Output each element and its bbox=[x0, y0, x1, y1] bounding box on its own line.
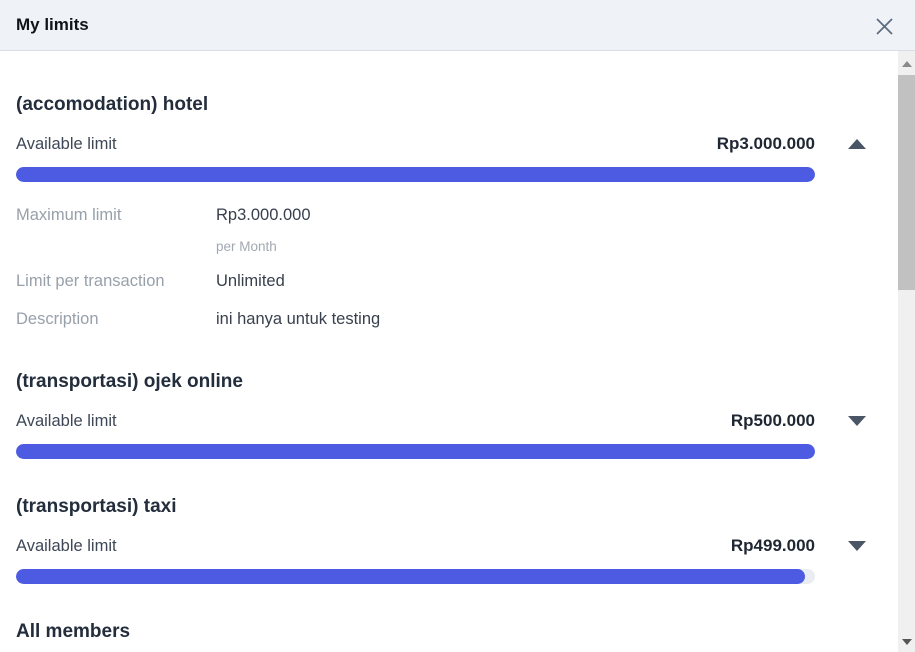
expand-section-button[interactable] bbox=[844, 412, 870, 430]
detail-label: Limit per transaction bbox=[16, 270, 216, 292]
available-limit-label: Available limit bbox=[16, 535, 117, 557]
modal-title: My limits bbox=[16, 15, 89, 35]
detail-row-description: Description ini hanya untuk testing bbox=[16, 308, 815, 330]
chevron-down-icon bbox=[848, 541, 866, 551]
section-title: (transportasi) ojek online bbox=[16, 370, 815, 394]
available-limit-row: Available limit Rp499.000 bbox=[16, 535, 815, 557]
available-limit-progress-track bbox=[16, 167, 815, 182]
available-limit-progress-track bbox=[16, 569, 815, 584]
scrollbar-thumb[interactable] bbox=[898, 75, 915, 290]
detail-value: Unlimited bbox=[216, 270, 285, 292]
chevron-down-icon bbox=[848, 416, 866, 426]
available-limit-label: Available limit bbox=[16, 133, 117, 155]
limit-section-taxi: (transportasi) taxi Available limit Rp49… bbox=[16, 495, 815, 584]
expander-column bbox=[815, 133, 898, 155]
expand-section-button[interactable] bbox=[844, 537, 870, 555]
scroll-down-arrow-icon bbox=[902, 639, 912, 645]
detail-row-period-note: per Month bbox=[16, 238, 815, 256]
detail-row-maximum-limit: Maximum limit Rp3.000.000 bbox=[16, 204, 815, 226]
available-limit-label: Available limit bbox=[16, 410, 117, 432]
available-limit-progress-track bbox=[16, 444, 815, 459]
available-limit-progress-fill bbox=[16, 167, 815, 182]
detail-value: Rp3.000.000 bbox=[216, 204, 311, 226]
limits-list: (accomodation) hotel Available limit Rp3… bbox=[0, 93, 898, 644]
available-limit-value: Rp499.000 bbox=[731, 535, 815, 557]
expander-column bbox=[815, 410, 898, 432]
section-title: (accomodation) hotel bbox=[16, 93, 815, 117]
limit-details: Maximum limit Rp3.000.000 per Month Limi… bbox=[16, 204, 815, 330]
collapse-section-button[interactable] bbox=[844, 135, 870, 153]
detail-label: Maximum limit bbox=[16, 204, 216, 226]
detail-value: ini hanya untuk testing bbox=[216, 308, 380, 330]
scrollbar-down-button[interactable] bbox=[898, 633, 915, 650]
available-limit-value: Rp3.000.000 bbox=[717, 133, 815, 155]
limit-section-ojek-online: (transportasi) ojek online Available lim… bbox=[16, 370, 815, 459]
section-title: (transportasi) taxi bbox=[16, 495, 815, 519]
detail-period-note: per Month bbox=[216, 238, 277, 256]
modal-header: My limits bbox=[0, 0, 915, 51]
available-limit-row: Available limit Rp500.000 bbox=[16, 410, 815, 432]
expander-column bbox=[815, 535, 898, 557]
chevron-up-icon bbox=[848, 139, 866, 149]
detail-row-limit-per-transaction: Limit per transaction Unlimited bbox=[16, 270, 815, 292]
limit-section-hotel: (accomodation) hotel Available limit Rp3… bbox=[16, 93, 815, 330]
scrollbar-up-button[interactable] bbox=[898, 55, 915, 72]
all-members-heading: All members bbox=[16, 620, 815, 644]
scrollbar[interactable] bbox=[898, 51, 915, 652]
available-limit-progress-fill bbox=[16, 444, 815, 459]
scroll-up-arrow-icon bbox=[902, 61, 912, 67]
close-icon bbox=[873, 15, 896, 38]
available-limit-progress-fill bbox=[16, 569, 805, 584]
modal-body: (accomodation) hotel Available limit Rp3… bbox=[0, 51, 915, 652]
my-limits-modal: My limits (accomodation) hotel Available… bbox=[0, 0, 915, 652]
available-limit-value: Rp500.000 bbox=[731, 410, 815, 432]
close-button[interactable] bbox=[871, 13, 897, 39]
detail-label: Description bbox=[16, 308, 216, 330]
detail-label-spacer bbox=[16, 238, 216, 256]
available-limit-row: Available limit Rp3.000.000 bbox=[16, 133, 815, 155]
